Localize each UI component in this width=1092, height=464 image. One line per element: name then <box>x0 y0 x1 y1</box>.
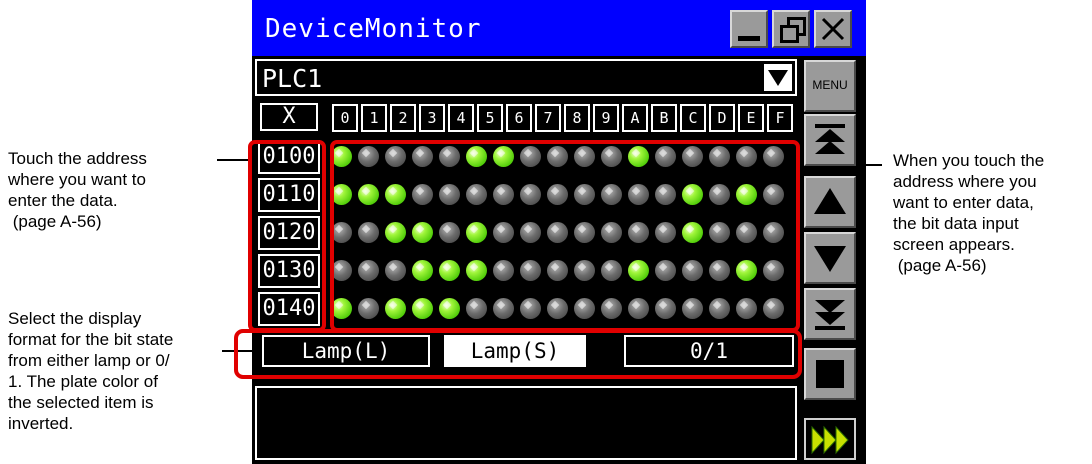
device-label-text: X <box>282 104 296 129</box>
column-header: C <box>680 104 706 132</box>
callout-bits: When you touch the address where you wan… <box>893 150 1088 276</box>
callout-line: (page A-56) <box>893 256 987 275</box>
column-header: 8 <box>564 104 590 132</box>
column-header: 9 <box>593 104 619 132</box>
highlight-bits <box>330 140 800 332</box>
callout-line: Select the display <box>8 309 142 328</box>
column-header: A <box>622 104 648 132</box>
callout-line: format for the bit state <box>8 330 174 349</box>
message-area <box>255 386 797 460</box>
scroll-top-button[interactable] <box>804 114 856 166</box>
window-title: DeviceMonitor <box>265 14 482 44</box>
restore-icon <box>780 17 806 43</box>
callout-line: When you touch the <box>893 151 1045 170</box>
fast-forward-icon <box>811 425 849 455</box>
column-header: B <box>651 104 677 132</box>
callout-line: 1. The plate color of <box>8 372 158 391</box>
column-header: E <box>738 104 764 132</box>
column-header: 1 <box>361 104 387 132</box>
callout-line: where you want to <box>8 170 146 189</box>
maximize-button[interactable] <box>772 10 810 48</box>
callout-line: want to enter data, <box>893 193 1034 212</box>
scroll-up-button[interactable] <box>804 176 856 228</box>
callout-line: from either lamp or 0/ <box>8 351 170 370</box>
dropdown-button[interactable] <box>764 64 792 91</box>
column-header: 6 <box>506 104 532 132</box>
column-header: 5 <box>477 104 503 132</box>
minimize-icon <box>738 36 760 41</box>
column-header: 0 <box>332 104 358 132</box>
column-header: 7 <box>535 104 561 132</box>
scroll-down-button[interactable] <box>804 232 856 284</box>
stop-button[interactable] <box>804 348 856 400</box>
highlight-format <box>234 329 802 379</box>
next-page-button[interactable] <box>804 418 856 460</box>
menu-button[interactable]: MENU <box>804 60 856 112</box>
up-arrow-icon <box>814 188 846 214</box>
double-up-arrow-icon <box>815 124 845 154</box>
close-icon <box>821 17 845 41</box>
double-down-arrow-icon <box>815 300 845 330</box>
column-header: 4 <box>448 104 474 132</box>
callout-line: Touch the address <box>8 149 147 168</box>
callout-line: screen appears. <box>893 235 1015 254</box>
highlight-address <box>248 140 326 332</box>
plc-selector-value: PLC1 <box>262 64 323 93</box>
callout-address: Touch the address where you want to ente… <box>8 148 238 232</box>
column-headers: 0123456789ABCDEF <box>332 104 796 132</box>
menu-button-label: MENU <box>812 78 848 92</box>
plc-selector[interactable]: PLC1 <box>255 59 797 96</box>
minimize-button[interactable] <box>730 10 768 48</box>
callout-format: Select the display format for the bit st… <box>8 308 238 434</box>
column-header: 3 <box>419 104 445 132</box>
down-arrow-icon <box>814 246 846 272</box>
callout-line: address where you <box>893 172 1037 191</box>
stop-square-icon <box>816 360 844 388</box>
callout-line: (page A-56) <box>8 212 102 231</box>
scroll-bottom-button[interactable] <box>804 288 856 340</box>
device-label: X <box>260 103 318 131</box>
chevron-down-icon <box>768 70 788 86</box>
callout-line: the bit data input <box>893 214 1019 233</box>
callout-line: the selected item is <box>8 393 154 412</box>
callout-line: enter the data. <box>8 191 118 210</box>
close-button[interactable] <box>814 10 852 48</box>
column-header: F <box>767 104 793 132</box>
column-header: D <box>709 104 735 132</box>
column-header: 2 <box>390 104 416 132</box>
callout-line: inverted. <box>8 414 74 433</box>
